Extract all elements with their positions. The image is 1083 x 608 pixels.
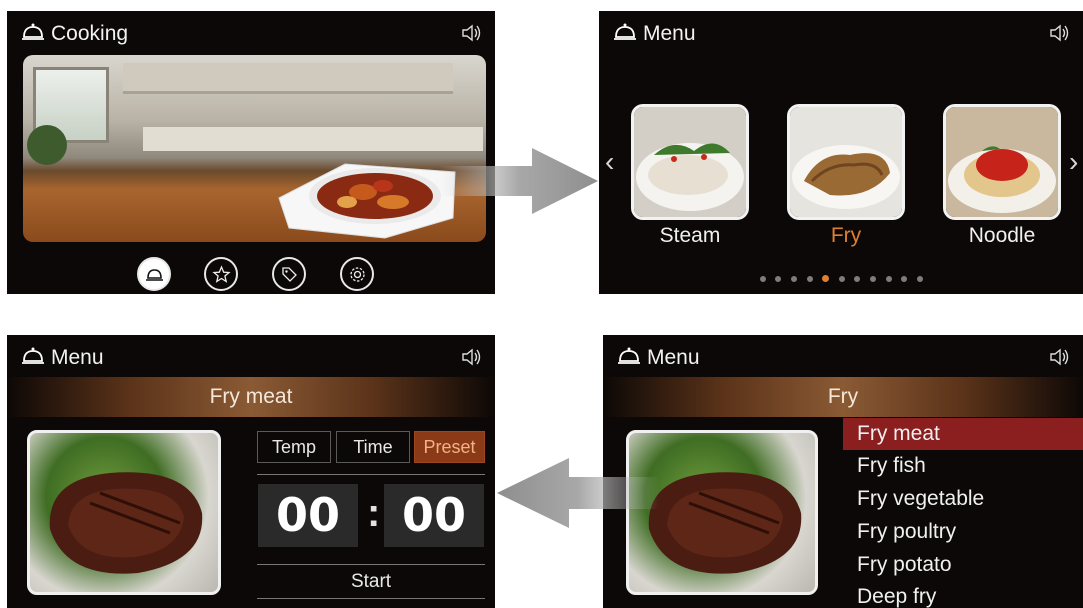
speaker-icon[interactable] [1049, 347, 1071, 367]
menu-screen: Menu ‹ › Steam Fry Noodle [599, 11, 1083, 294]
tab-temp[interactable]: Temp [257, 431, 331, 463]
page-title: Cooking [51, 22, 129, 45]
list-item[interactable]: Fry poultry [843, 516, 1083, 548]
section-header: Fry [603, 377, 1083, 417]
list-item-selected[interactable]: Fry meat [843, 418, 1083, 450]
cloche-icon [614, 23, 636, 40]
fry-dish-image [790, 107, 902, 217]
arrow-right-icon [440, 148, 598, 214]
category-label-steam[interactable]: Steam [631, 224, 749, 248]
category-card-steam[interactable] [631, 104, 749, 220]
gear-icon [350, 267, 365, 282]
page-dot[interactable] [885, 275, 892, 282]
section-header: Fry meat [7, 377, 495, 417]
chevron-left-icon[interactable]: ‹ [605, 148, 614, 176]
titlebar: Menu [603, 335, 1083, 379]
list-item[interactable]: Fry vegetable [843, 483, 1083, 515]
chevron-right-icon[interactable]: › [1069, 148, 1078, 176]
page-title: Menu [51, 346, 104, 369]
nav-favorites-button[interactable] [204, 257, 238, 291]
tab-time[interactable]: Time [336, 431, 410, 463]
cloche-icon [146, 269, 163, 281]
speaker-icon[interactable] [1049, 23, 1071, 43]
list-item[interactable]: Fry fish [843, 450, 1083, 482]
nav-tag-button[interactable] [272, 257, 306, 291]
fry-list-screen: Menu Fry Fry meat Fry fish Fry vegetable… [603, 335, 1083, 608]
page-indicator [757, 270, 926, 283]
dish-plate-image [278, 163, 456, 239]
nav-settings-button[interactable] [340, 257, 374, 291]
start-button[interactable]: Start [257, 566, 485, 598]
page-title: Menu [647, 346, 700, 369]
page-dot-active[interactable] [822, 275, 830, 283]
page-title: Menu [643, 22, 696, 45]
arrow-left-icon [497, 458, 659, 528]
bottom-nav [137, 257, 377, 293]
divider [257, 474, 485, 475]
tag-icon [282, 267, 297, 282]
divider [257, 564, 485, 565]
tab-preset[interactable]: Preset [414, 431, 485, 463]
page-dot[interactable] [775, 275, 782, 282]
fry-meat-screen: Menu Fry meat Temp Time Preset 00 : 00 S… [7, 335, 495, 608]
meat-image [27, 430, 221, 595]
steak-image [49, 472, 203, 574]
category-card-noodle[interactable] [943, 104, 1061, 220]
page-dot[interactable] [870, 275, 877, 282]
page-dot[interactable] [854, 275, 861, 282]
list-item[interactable]: Fry potato [843, 549, 1083, 581]
category-label-noodle[interactable]: Noodle [943, 224, 1061, 248]
cooking-screen: Cooking [7, 11, 495, 294]
page-dot[interactable] [917, 275, 923, 282]
time-separator: : [367, 491, 381, 535]
list-item[interactable]: Deep fry [843, 581, 1083, 608]
minutes-display[interactable]: 00 [384, 484, 484, 547]
titlebar: Cooking [7, 11, 495, 55]
titlebar: Menu [7, 335, 495, 379]
cloche-icon [22, 23, 44, 40]
page-dot[interactable] [806, 275, 813, 282]
divider [257, 598, 485, 599]
star-icon [212, 265, 231, 283]
speaker-icon[interactable] [461, 23, 483, 43]
noodle-dish-image [946, 107, 1058, 217]
category-card-fry[interactable] [787, 104, 905, 220]
steam-dish-image [634, 107, 746, 217]
titlebar: Menu [599, 11, 1083, 55]
page-dot[interactable] [838, 275, 845, 282]
category-label-fry[interactable]: Fry [787, 224, 905, 248]
page-dot[interactable] [790, 275, 797, 282]
hours-display[interactable]: 00 [258, 484, 358, 547]
page-dot[interactable] [901, 275, 908, 282]
cloche-icon [618, 347, 640, 364]
cloche-icon [22, 347, 44, 364]
speaker-icon[interactable] [461, 347, 483, 367]
nav-cooking-button[interactable] [137, 257, 171, 291]
page-dot[interactable] [759, 275, 766, 282]
